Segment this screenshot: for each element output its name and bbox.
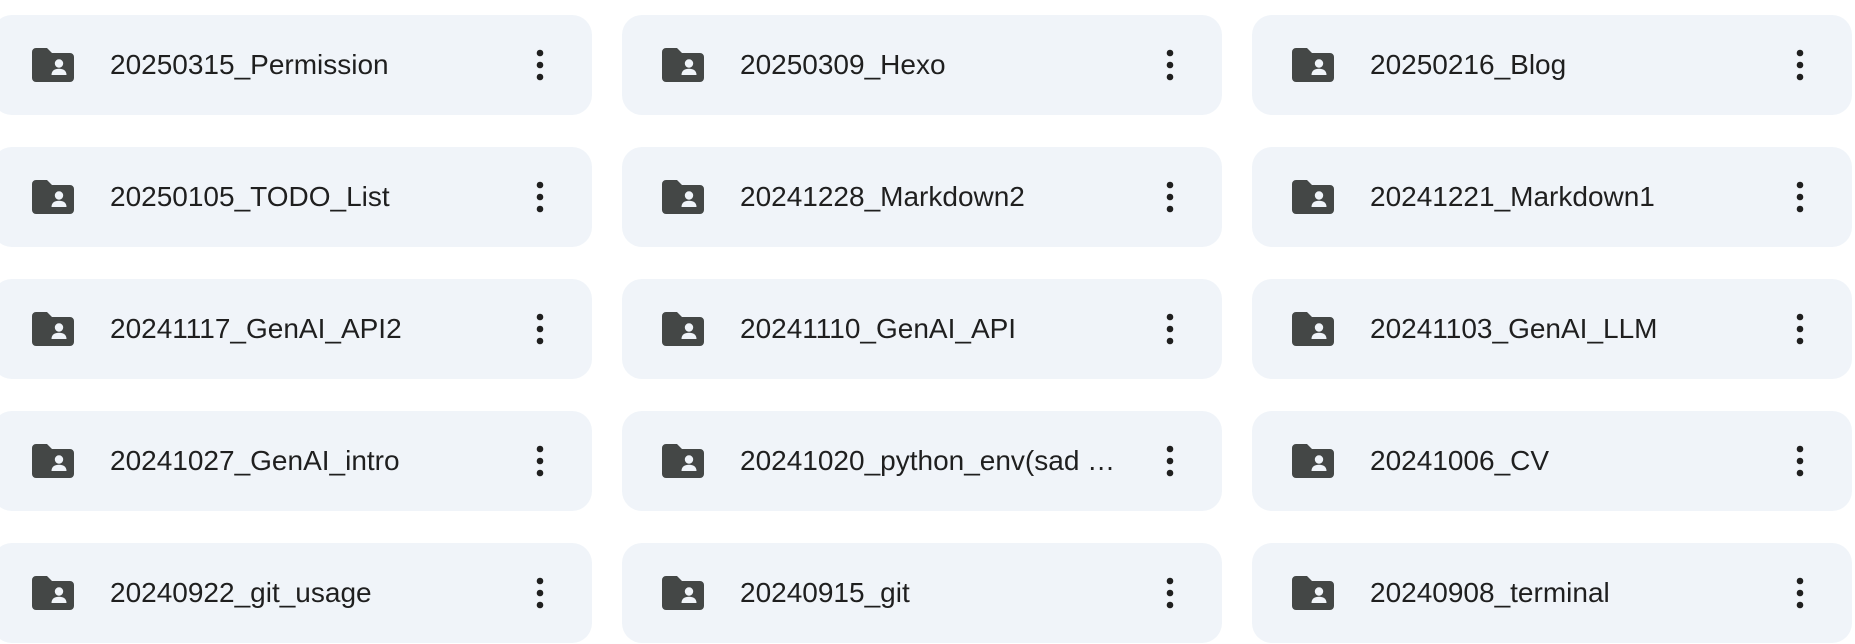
more-vert-icon <box>536 445 544 477</box>
shared-folder-icon <box>32 48 74 82</box>
shared-folder-icon <box>32 312 74 346</box>
shared-folder-icon <box>1292 48 1334 82</box>
more-vert-icon <box>1796 49 1804 81</box>
folder-name: 20241110_GenAI_API <box>740 313 1017 344</box>
folder-name: 20240915_git <box>740 577 910 608</box>
more-options-button[interactable] <box>1150 573 1190 613</box>
folder-name: 20241103_GenAI_LLM <box>1370 313 1658 344</box>
more-vert-icon <box>536 313 544 345</box>
more-options-button[interactable] <box>520 441 560 481</box>
more-vert-icon <box>1166 445 1174 477</box>
shared-folder-icon <box>1292 576 1334 610</box>
more-options-button[interactable] <box>1780 177 1820 217</box>
folder-card[interactable]: 20250105_TODO_List <box>0 147 592 247</box>
more-options-button[interactable] <box>1780 45 1820 85</box>
folder-card[interactable]: 20240915_git <box>622 543 1222 643</box>
shared-folder-icon <box>1292 444 1334 478</box>
folder-name: 20240908_terminal <box>1370 577 1610 608</box>
folder-name: 20241006_CV <box>1370 445 1550 476</box>
shared-folder-icon <box>662 48 704 82</box>
shared-folder-icon <box>32 180 74 214</box>
folder-card[interactable]: 20241228_Markdown2 <box>622 147 1222 247</box>
folder-card[interactable]: 20241027_GenAI_intro <box>0 411 592 511</box>
more-vert-icon <box>1796 445 1804 477</box>
folder-name: 20250216_Blog <box>1370 49 1567 80</box>
more-vert-icon <box>1796 181 1804 213</box>
more-vert-icon <box>1166 577 1174 609</box>
shared-folder-icon <box>32 444 74 478</box>
folder-card[interactable]: 20241117_GenAI_API2 <box>0 279 592 379</box>
shared-folder-icon <box>662 576 704 610</box>
more-options-button[interactable] <box>1780 441 1820 481</box>
folder-card[interactable]: 20241221_Markdown1 <box>1252 147 1852 247</box>
more-vert-icon <box>536 577 544 609</box>
folder-card[interactable]: 20250309_Hexo <box>622 15 1222 115</box>
folder-card[interactable]: 20250315_Permission <box>0 15 592 115</box>
folder-card[interactable]: 20241020_python_env(sad … <box>622 411 1222 511</box>
more-options-button[interactable] <box>1150 45 1190 85</box>
folder-card[interactable]: 20240908_terminal <box>1252 543 1852 643</box>
more-vert-icon <box>1796 313 1804 345</box>
folder-name: 20241020_python_env(sad … <box>740 445 1116 476</box>
folder-name: 20241221_Markdown1 <box>1370 181 1655 212</box>
folder-name: 20241117_GenAI_API2 <box>110 313 402 344</box>
folder-card[interactable]: 20240922_git_usage <box>0 543 592 643</box>
more-vert-icon <box>1166 313 1174 345</box>
shared-folder-icon <box>32 576 74 610</box>
folder-card[interactable]: 20241110_GenAI_API <box>622 279 1222 379</box>
more-options-button[interactable] <box>1780 309 1820 349</box>
more-options-button[interactable] <box>1780 573 1820 613</box>
more-vert-icon <box>1796 577 1804 609</box>
shared-folder-icon <box>1292 312 1334 346</box>
shared-folder-icon <box>662 444 704 478</box>
folder-name: 20250105_TODO_List <box>110 181 390 212</box>
folder-name: 20250315_Permission <box>110 49 389 80</box>
folder-card[interactable]: 20241006_CV <box>1252 411 1852 511</box>
folder-name: 20241027_GenAI_intro <box>110 445 400 476</box>
more-vert-icon <box>1166 49 1174 81</box>
more-vert-icon <box>536 49 544 81</box>
more-options-button[interactable] <box>520 177 560 217</box>
more-options-button[interactable] <box>1150 309 1190 349</box>
shared-folder-icon <box>662 312 704 346</box>
folder-grid: 20250315_Permission 20250309_Hexo 202502… <box>0 15 1852 643</box>
shared-folder-icon <box>662 180 704 214</box>
folder-card[interactable]: 20250216_Blog <box>1252 15 1852 115</box>
more-options-button[interactable] <box>520 573 560 613</box>
more-options-button[interactable] <box>1150 441 1190 481</box>
shared-folder-icon <box>1292 180 1334 214</box>
more-vert-icon <box>1166 181 1174 213</box>
folder-name: 20241228_Markdown2 <box>740 181 1025 212</box>
more-vert-icon <box>536 181 544 213</box>
more-options-button[interactable] <box>520 45 560 85</box>
more-options-button[interactable] <box>520 309 560 349</box>
folder-name: 20240922_git_usage <box>110 577 372 608</box>
folder-name: 20250309_Hexo <box>740 49 946 80</box>
folder-card[interactable]: 20241103_GenAI_LLM <box>1252 279 1852 379</box>
more-options-button[interactable] <box>1150 177 1190 217</box>
